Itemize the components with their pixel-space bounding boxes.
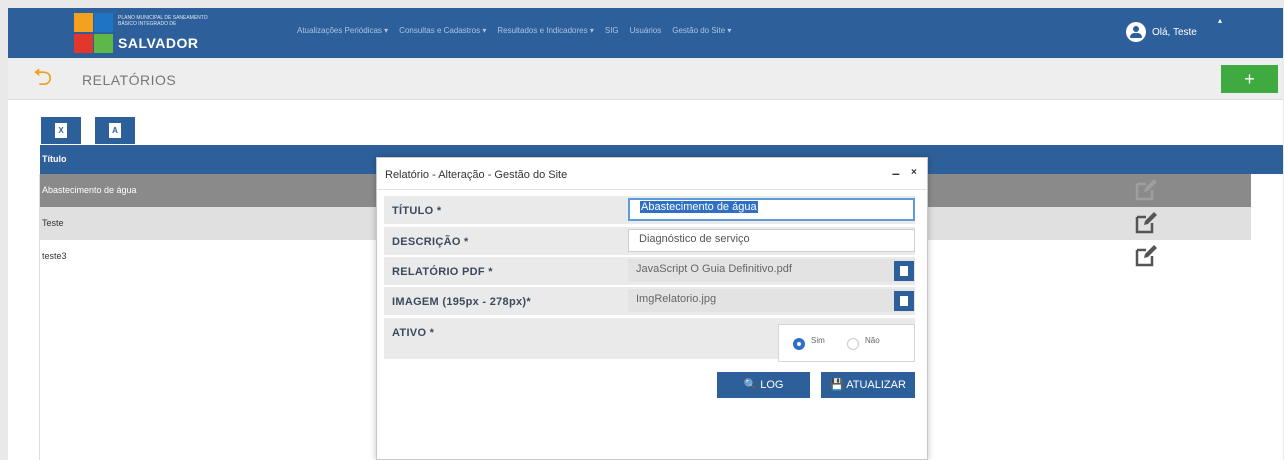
titulo-value: Abastecimento de água (640, 201, 758, 213)
descricao-label: DESCRIÇÃO * (392, 236, 469, 248)
main-menu: Atualizações Periódicas ▾ Consultas e Ca… (297, 26, 731, 35)
ativo-label: ATIVO * (392, 327, 435, 339)
field-imagem: IMAGEM (195px - 278px)* ImgRelatorio.jpg (384, 287, 915, 315)
imagem-upload-button[interactable] (894, 291, 914, 311)
add-button[interactable]: + (1221, 65, 1278, 93)
export-excel-button[interactable]: X (41, 117, 81, 144)
imagem-filename: ImgRelatorio.jpg (636, 293, 717, 305)
minimize-icon[interactable]: – (892, 165, 900, 181)
row-title: Abastecimento de água (42, 185, 137, 195)
edit-icon[interactable] (1134, 211, 1158, 235)
edit-report-modal: Relatório - Alteração - Gestão do Site –… (376, 157, 928, 460)
user-menu[interactable]: Olá, Teste ▴ (1126, 16, 1222, 42)
close-icon[interactable]: × (911, 167, 917, 178)
caret-down-icon: ▴ (1218, 16, 1223, 25)
imagem-label: IMAGEM (195px - 278px)* (392, 296, 531, 308)
imagem-file-field: ImgRelatorio.jpg (628, 289, 915, 312)
radio-nao-label[interactable]: Não (865, 336, 880, 345)
logo-square-orange (74, 13, 93, 32)
edit-icon[interactable] (1134, 178, 1158, 202)
user-avatar-icon (1126, 22, 1146, 42)
excel-file-icon: X (55, 123, 67, 138)
logo-city: SALVADOR (118, 35, 199, 51)
row-title: teste3 (42, 251, 67, 261)
field-pdf: RELATÓRIO PDF * JavaScript O Guia Defini… (384, 257, 915, 285)
menu-sig[interactable]: SIG (605, 26, 619, 35)
back-arrow-icon[interactable]: ⮌ (33, 66, 52, 90)
top-navbar: PLANO MUNICIPAL DE SANEAMENTO BÁSICO INT… (8, 8, 1283, 58)
radio-sim-label[interactable]: Sim (811, 336, 825, 345)
pdf-file-icon: A (109, 123, 121, 138)
menu-atualizacoes[interactable]: Atualizações Periódicas ▾ (297, 26, 388, 35)
descricao-input[interactable]: Diagnóstico de serviço (628, 229, 915, 252)
update-button[interactable]: 💾 ATUALIZAR (821, 372, 915, 398)
radio-sim[interactable] (793, 338, 805, 350)
logo-tagline: PLANO MUNICIPAL DE SANEAMENTO BÁSICO INT… (118, 15, 208, 27)
field-ativo: ATIVO * Sim Não (384, 318, 915, 362)
ativo-radio-group: Sim Não (778, 324, 915, 362)
user-greeting: Olá, Teste (1152, 26, 1197, 38)
row-title: Teste (42, 218, 64, 228)
menu-consultas[interactable]: Consultas e Cadastros ▾ (399, 26, 486, 35)
menu-usuarios[interactable]: Usuários (630, 26, 662, 35)
pdf-file-field: JavaScript O Guia Definitivo.pdf (628, 259, 915, 282)
log-button[interactable]: 🔍 LOG (717, 372, 810, 398)
field-titulo: TÍTULO * Abastecimento de água (384, 196, 915, 224)
logo[interactable]: PLANO MUNICIPAL DE SANEAMENTO BÁSICO INT… (74, 11, 210, 55)
logo-square-green (94, 34, 113, 53)
logo-square-red (74, 34, 93, 53)
field-descricao: DESCRIÇÃO * Diagnóstico de serviço (384, 227, 915, 255)
pdf-upload-button[interactable] (894, 261, 914, 281)
edit-icon[interactable] (1134, 244, 1158, 268)
pdf-filename: JavaScript O Guia Definitivo.pdf (636, 263, 792, 275)
page-header: ⮌ RELATÓRIOS + (8, 58, 1283, 100)
export-pdf-button[interactable]: A (95, 117, 135, 144)
radio-nao[interactable] (847, 338, 859, 350)
modal-title: Relatório - Alteração - Gestão do Site (385, 169, 568, 181)
page-title: RELATÓRIOS (82, 72, 177, 88)
titulo-input[interactable]: Abastecimento de água (628, 198, 915, 221)
pdf-label: RELATÓRIO PDF * (392, 266, 493, 278)
logo-square-blue (94, 13, 113, 32)
menu-resultados[interactable]: Resultados e Indicadores ▾ (497, 26, 594, 35)
modal-header: Relatório - Alteração - Gestão do Site –… (377, 158, 927, 190)
titulo-label: TÍTULO * (392, 205, 442, 217)
menu-gestao-site[interactable]: Gestão do Site ▾ (672, 26, 731, 35)
